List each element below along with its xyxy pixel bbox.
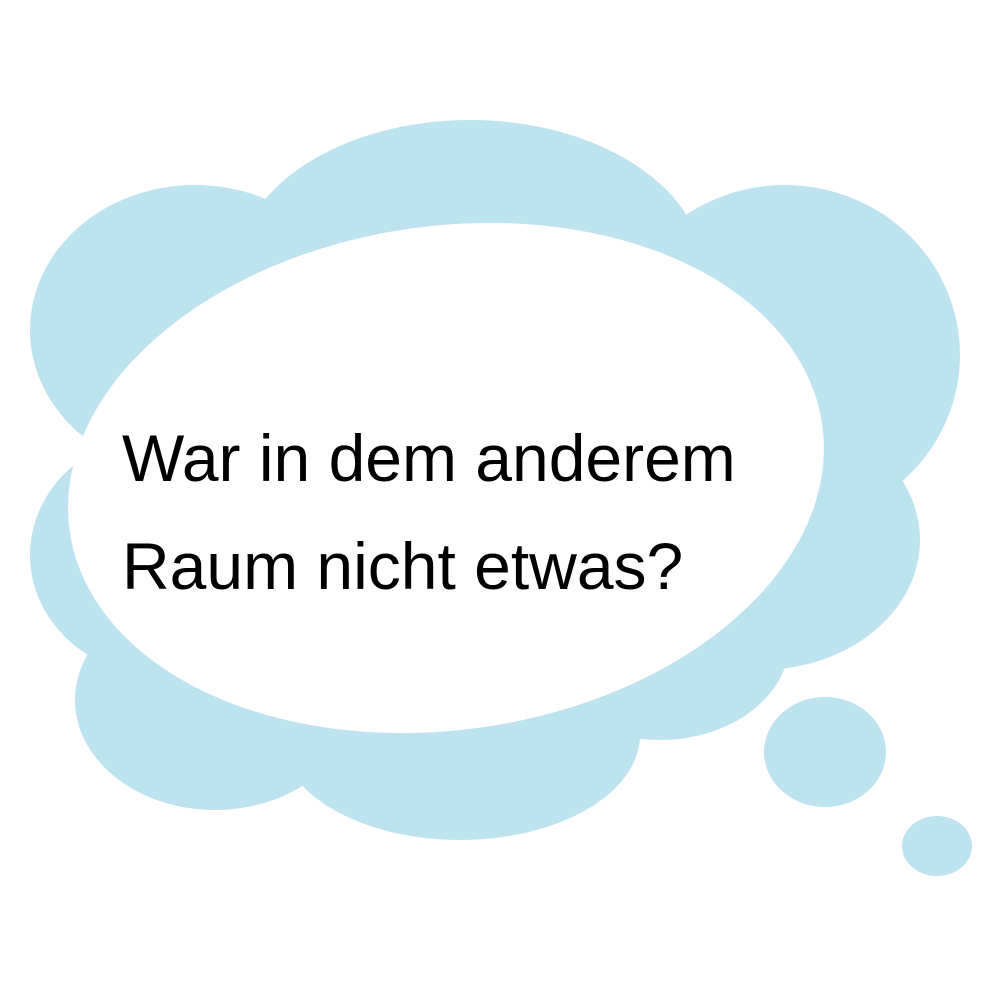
thought-tail-dot-small <box>902 816 972 876</box>
thought-text: War in dem anderem Raum nicht etwas? <box>122 404 822 620</box>
thought-line-2: Raum nicht etwas? <box>122 529 684 603</box>
thought-tail-dot-large <box>764 697 886 807</box>
thought-bubble-scene: War in dem anderem Raum nicht etwas? <box>0 0 1000 1000</box>
thought-line-1: War in dem anderem <box>122 421 736 495</box>
